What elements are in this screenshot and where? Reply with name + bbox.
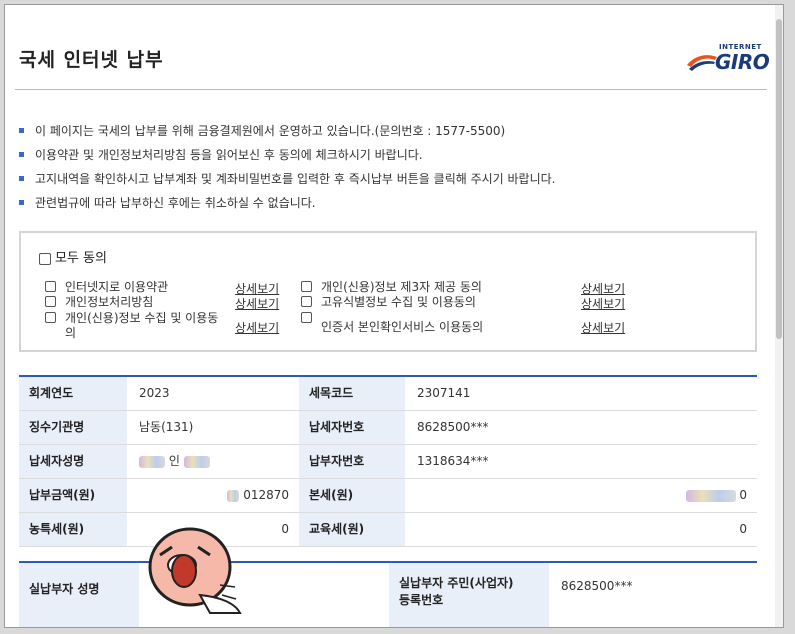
agency-value: 남동(131) [139,420,194,434]
page-header: 국세 인터넷 납부 INTERNET GIRO [5,5,775,93]
fiscal-year-header: 회계연도 [19,377,127,410]
payer-id-header: 실납부자 주민(사업자) 등록번호 [389,563,549,627]
education-tax-value: 0 [739,522,747,536]
fiscal-year-value: 2023 [139,386,170,400]
agree-terms-label: 인터넷지로 이용약관 [65,280,169,294]
notice-item: 관련법규에 따라 납부하신 후에는 취소하실 수 없습니다. [19,193,759,217]
payer-number-header: 납부자번호 [299,445,405,478]
checkbox-icon[interactable] [301,281,312,292]
table-row: 실납부자 성명 실납부자 주민(사업자) 등록번호 8628500*** [19,563,757,627]
agree-privacy-checkbox[interactable]: 개인정보처리방침 [45,295,225,310]
education-tax-header: 교육세(원) [299,513,405,546]
privacy-detail-link[interactable]: 상세보기 [235,295,279,312]
agree-all-checkbox[interactable]: 모두 동의 [39,247,107,266]
agree-uniqueid-checkbox[interactable]: 고유식별정보 수집 및 이용동의 [301,295,561,310]
page-title: 국세 인터넷 납부 [19,49,164,71]
notice-item: 이 페이지는 국세의 납부를 위해 금융결제원에서 운영하고 있습니다.(문의번… [19,121,759,145]
taxpayer-name-value: 인 [168,454,180,468]
rural-tax-header: 농특세(원) [19,513,127,546]
agency-header: 징수기관명 [19,411,127,444]
tax-code-value: 2307141 [417,386,471,400]
checkbox-icon[interactable] [45,312,56,323]
notice-item: 고지내역을 확인하시고 납부계좌 및 계좌비밀번호를 입력한 후 즉시납부 버튼… [19,169,759,193]
payer-number-value: 1318634*** [417,454,489,468]
bullet-icon [19,200,24,205]
browser-window: 국세 인터넷 납부 INTERNET GIRO 이 페이지는 국세의 납부를 위… [4,4,784,628]
principal-tax-header: 본세(원) [299,479,405,512]
tax-code-header: 세목코드 [299,377,405,410]
header-divider [15,89,767,90]
table-row: 징수기관명 남동(131) 납세자번호 8628500*** [19,411,757,445]
payment-amount-cell: 012870 [129,479,299,512]
scrollbar-thumb[interactable] [776,19,782,339]
table-row: 납부금액(원) 012870 본세(원) 0 [19,479,757,513]
agree-thirdparty-label: 개인(신용)정보 제3자 제공 동의 [321,280,482,294]
logo-giro-text: GIRO [715,50,770,74]
agreement-box: 모두 동의 인터넷지로 이용약관 상세보기 개인정보처리방침 상세보기 개인(신… [19,231,757,352]
collect-detail-link[interactable]: 상세보기 [235,319,279,336]
payer-id-label-line2: 등록번호 [399,593,444,607]
agree-cert-label: 인증서 본인확인서비스 이용동의 [321,320,484,334]
uniqueid-detail-link[interactable]: 상세보기 [581,295,625,312]
checkbox-icon[interactable] [45,281,56,292]
vertical-scrollbar[interactable] [775,5,783,627]
agree-uniqueid-label: 고유식별정보 수집 및 이용동의 [321,295,476,309]
giro-swoosh-icon [687,55,717,71]
payer-id-value: 8628500*** [561,579,633,593]
table-row: 회계연도 2023 세목코드 2307141 [19,377,757,411]
taxpayer-name-cell: 인 [129,445,299,478]
agree-collect-label: 개인(신용)정보 수집 및 이용동의 [65,311,219,340]
checkbox-icon[interactable] [301,296,312,307]
redacted-blur [183,455,210,468]
principal-tax-value: 0 [739,488,747,502]
payer-info-table: 실납부자 성명 실납부자 주민(사업자) 등록번호 8628500*** [19,561,757,627]
bullet-icon [19,128,24,133]
redacted-blur [139,455,165,468]
redacted-blur [685,489,736,502]
checkbox-icon[interactable] [45,296,56,307]
payer-name-header: 실납부자 성명 [19,563,139,627]
checkbox-icon[interactable] [39,252,51,265]
agree-cert-checkbox[interactable]: 인증서 본인확인서비스 이용동의 [301,311,561,335]
agree-thirdparty-checkbox[interactable]: 개인(신용)정보 제3자 제공 동의 [301,280,561,295]
taxpayer-number-value: 8628500*** [417,420,489,434]
principal-tax-cell: 0 [407,479,757,512]
giro-logo: INTERNET GIRO [685,41,770,75]
payment-amount-header: 납부금액(원) [19,479,127,512]
bill-info-table: 회계연도 2023 세목코드 2307141 징수기관명 남동(131) 납세자… [19,375,757,547]
agree-privacy-label: 개인정보처리방침 [65,295,154,309]
agree-all-label: 모두 동의 [55,251,107,266]
redacted-blur [227,489,240,502]
notice-list: 이 페이지는 국세의 납부를 위해 금융결제원에서 운영하고 있습니다.(문의번… [19,121,759,217]
table-row: 납세자성명 인 납부자번호 1318634*** [19,445,757,479]
table-row: 농특세(원) 0 교육세(원) 0 [19,513,757,547]
checkbox-icon[interactable] [301,312,312,323]
taxpayer-name-header: 납세자성명 [19,445,127,478]
agree-collect-checkbox[interactable]: 개인(신용)정보 수집 및 이용동의 [45,311,225,341]
payer-id-label-line1: 실납부자 주민(사업자) [399,576,514,590]
payment-amount-value: 012870 [243,488,289,502]
agree-terms-checkbox[interactable]: 인터넷지로 이용약관 [45,280,225,295]
bullet-icon [19,176,24,181]
cert-detail-link[interactable]: 상세보기 [581,319,625,336]
bullet-icon [19,152,24,157]
crying-character-sticker [148,527,242,614]
notice-item: 이용약관 및 개인정보처리방침 등을 읽어보신 후 동의에 체크하시기 바랍니다… [19,145,759,169]
taxpayer-number-header: 납세자번호 [299,411,405,444]
